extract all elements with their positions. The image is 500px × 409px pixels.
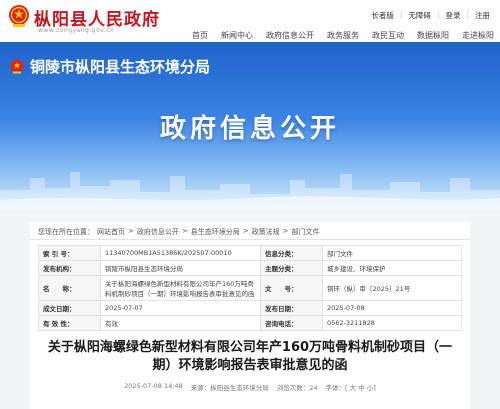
utility-links: 长者版 | 无障碍 | 登录 | 注册 xyxy=(371,10,490,21)
breadcrumb-policies[interactable]: 政策法规 xyxy=(252,227,280,237)
category-label: 信息分类： xyxy=(260,245,323,261)
divider xyxy=(30,239,470,240)
views-value: 24 xyxy=(309,384,318,392)
site-header: 枞阳县人民政府 www.zongyang.gov.cn 长者版 | 无障碍 | … xyxy=(0,0,500,42)
font-size-large[interactable]: 大 xyxy=(350,384,357,392)
article-title-line: 期）环境影响报告表审批意见的函 xyxy=(152,358,348,373)
article-title-line: 关于枞阳海螺绿色新型材料有限公司年产160万吨骨料机制砂项目（一 xyxy=(47,340,453,355)
source-value: 枞阳县生态环境分局 xyxy=(210,384,269,392)
login-link[interactable]: 登录 xyxy=(445,10,460,21)
nav-data[interactable]: 数据枞阳 xyxy=(417,30,449,41)
divider: | xyxy=(399,10,403,19)
register-link[interactable]: 注册 xyxy=(475,10,490,21)
phone-label: 咨询电话： xyxy=(260,315,323,331)
nav-interaction[interactable]: 政民互动 xyxy=(372,30,404,41)
publisher-label: 发布机构： xyxy=(38,260,101,276)
doc-name-value: 关于枞阳海螺绿色新型材料有限公司年产160万吨骨料机制砂项目（一期）环境影响报告… xyxy=(100,275,261,301)
publish-date-label: 发布日期： xyxy=(260,300,323,316)
table-row: 发布机构： 铜陵市枞阳县生态环境分局 主题分类： 城乡建设、环境保护 xyxy=(38,260,462,276)
font-size-switcher: 字体：[ 大 中 小] xyxy=(325,384,376,392)
breadcrumb-bureau[interactable]: 县生态环境分局 xyxy=(191,227,240,237)
breadcrumb-prefix: 您现在所在位置： xyxy=(38,228,94,236)
topic-value: 城乡建设、环境保护 xyxy=(322,260,462,276)
topic-label: 主题分类： xyxy=(260,260,323,276)
elder-mode-link[interactable]: 长者版 xyxy=(371,10,394,21)
accessibility-link[interactable]: 无障碍 xyxy=(408,10,431,21)
article-meta: 2025-07-08 14:48 来源：枞阳县生态环境分局 浏览次数：24 字体… xyxy=(30,382,470,392)
banner-title: 政府信息公开 xyxy=(159,114,340,144)
table-row: 名 称： 关于枞阳海螺绿色新型材料有限公司年产160万吨骨料机制砂项目（一期）环… xyxy=(38,275,462,301)
phone-value: 0562-3211828 xyxy=(322,315,462,331)
written-date-label: 成文日期： xyxy=(38,300,101,316)
article-title: 关于枞阳海螺绿色新型材料有限公司年产160万吨骨料机制砂项目（一 期）环境影响报… xyxy=(30,339,470,375)
breadcrumb: 您现在所在位置： 网站首页 > 政府信息公开 > 县生态环境分局 > 政策法规 … xyxy=(38,227,320,237)
nav-home[interactable]: 首页 xyxy=(192,30,208,41)
breadcrumb-separator: > xyxy=(128,227,134,235)
table-row: 成文日期： 2025-07-07 发布日期： 2025-07-08 xyxy=(38,300,462,316)
breadcrumb-separator: > xyxy=(242,227,249,235)
font-size-small[interactable]: 小 xyxy=(367,384,374,392)
validity-value: 有效 xyxy=(100,315,261,331)
validity-label: 有 效 性： xyxy=(38,315,101,331)
written-date-value: 2025-07-07 xyxy=(100,300,261,316)
nav-gov-info[interactable]: 政府信息公开 xyxy=(266,30,314,41)
font-label: 字体： xyxy=(325,384,346,392)
source-label: 来源： xyxy=(190,384,211,392)
main-nav: 首页 新闻中心 政府信息公开 政务服务 政民互动 数据枞阳 走进枞阳 xyxy=(0,28,500,42)
divider: | xyxy=(436,10,440,19)
content-card: 您现在所在位置： 网站首页 > 政府信息公开 > 县生态环境分局 > 政策法规 … xyxy=(30,222,470,409)
source-info: 来源：枞阳县生态环境分局 xyxy=(191,382,269,392)
index-number-value: 11340700MB1A51386K/202507-00010 xyxy=(100,245,261,261)
breadcrumb-home[interactable]: 网站首页 xyxy=(97,227,125,237)
breadcrumb-dept-docs[interactable]: 部门文件 xyxy=(292,227,320,237)
index-number-label: 索 引 号： xyxy=(38,245,101,261)
banner: 铜陵市枞阳县生态环境分局 政府信息公开 xyxy=(0,42,500,210)
emblem-icon xyxy=(10,59,24,74)
doc-name-label: 名 称： xyxy=(38,275,101,301)
document-info-table: 索 引 号： 11340700MB1A51386K/202507-00010 信… xyxy=(38,245,462,331)
divider: | xyxy=(466,10,469,19)
city-skyline-illustration xyxy=(0,172,500,210)
doc-number-label: 文 号： xyxy=(260,275,323,301)
nav-about[interactable]: 走进枞阳 xyxy=(462,30,494,41)
bureau-name[interactable]: 铜陵市枞阳县生态环境分局 xyxy=(30,56,210,77)
bureau-header: 铜陵市枞阳县生态环境分局 xyxy=(10,56,210,77)
breadcrumb-separator: > xyxy=(181,227,188,235)
breadcrumb-gov-info[interactable]: 政府信息公开 xyxy=(137,227,179,237)
publisher-value: 铜陵市枞阳县生态环境分局 xyxy=(100,260,261,276)
publish-datetime: 2025-07-08 14:48 xyxy=(124,382,183,390)
font-size-medium[interactable]: 中 xyxy=(358,384,365,392)
breadcrumb-separator: > xyxy=(282,227,289,235)
nav-services[interactable]: 政务服务 xyxy=(327,30,359,41)
category-value: 部门文件 xyxy=(322,245,462,261)
table-row: 有 效 性： 有效 咨询电话： 0562-3211828 xyxy=(38,315,462,331)
table-row: 索 引 号： 11340700MB1A51386K/202507-00010 信… xyxy=(38,245,462,261)
doc-number-value: 铜环（枞）审〔2025〕21号 xyxy=(322,275,462,301)
publish-date-value: 2025-07-08 xyxy=(322,300,462,316)
views-label: 浏览次数： xyxy=(276,384,310,392)
view-count: 浏览次数：24 xyxy=(277,382,318,392)
national-emblem-icon xyxy=(9,5,29,27)
nav-news[interactable]: 新闻中心 xyxy=(221,30,253,41)
